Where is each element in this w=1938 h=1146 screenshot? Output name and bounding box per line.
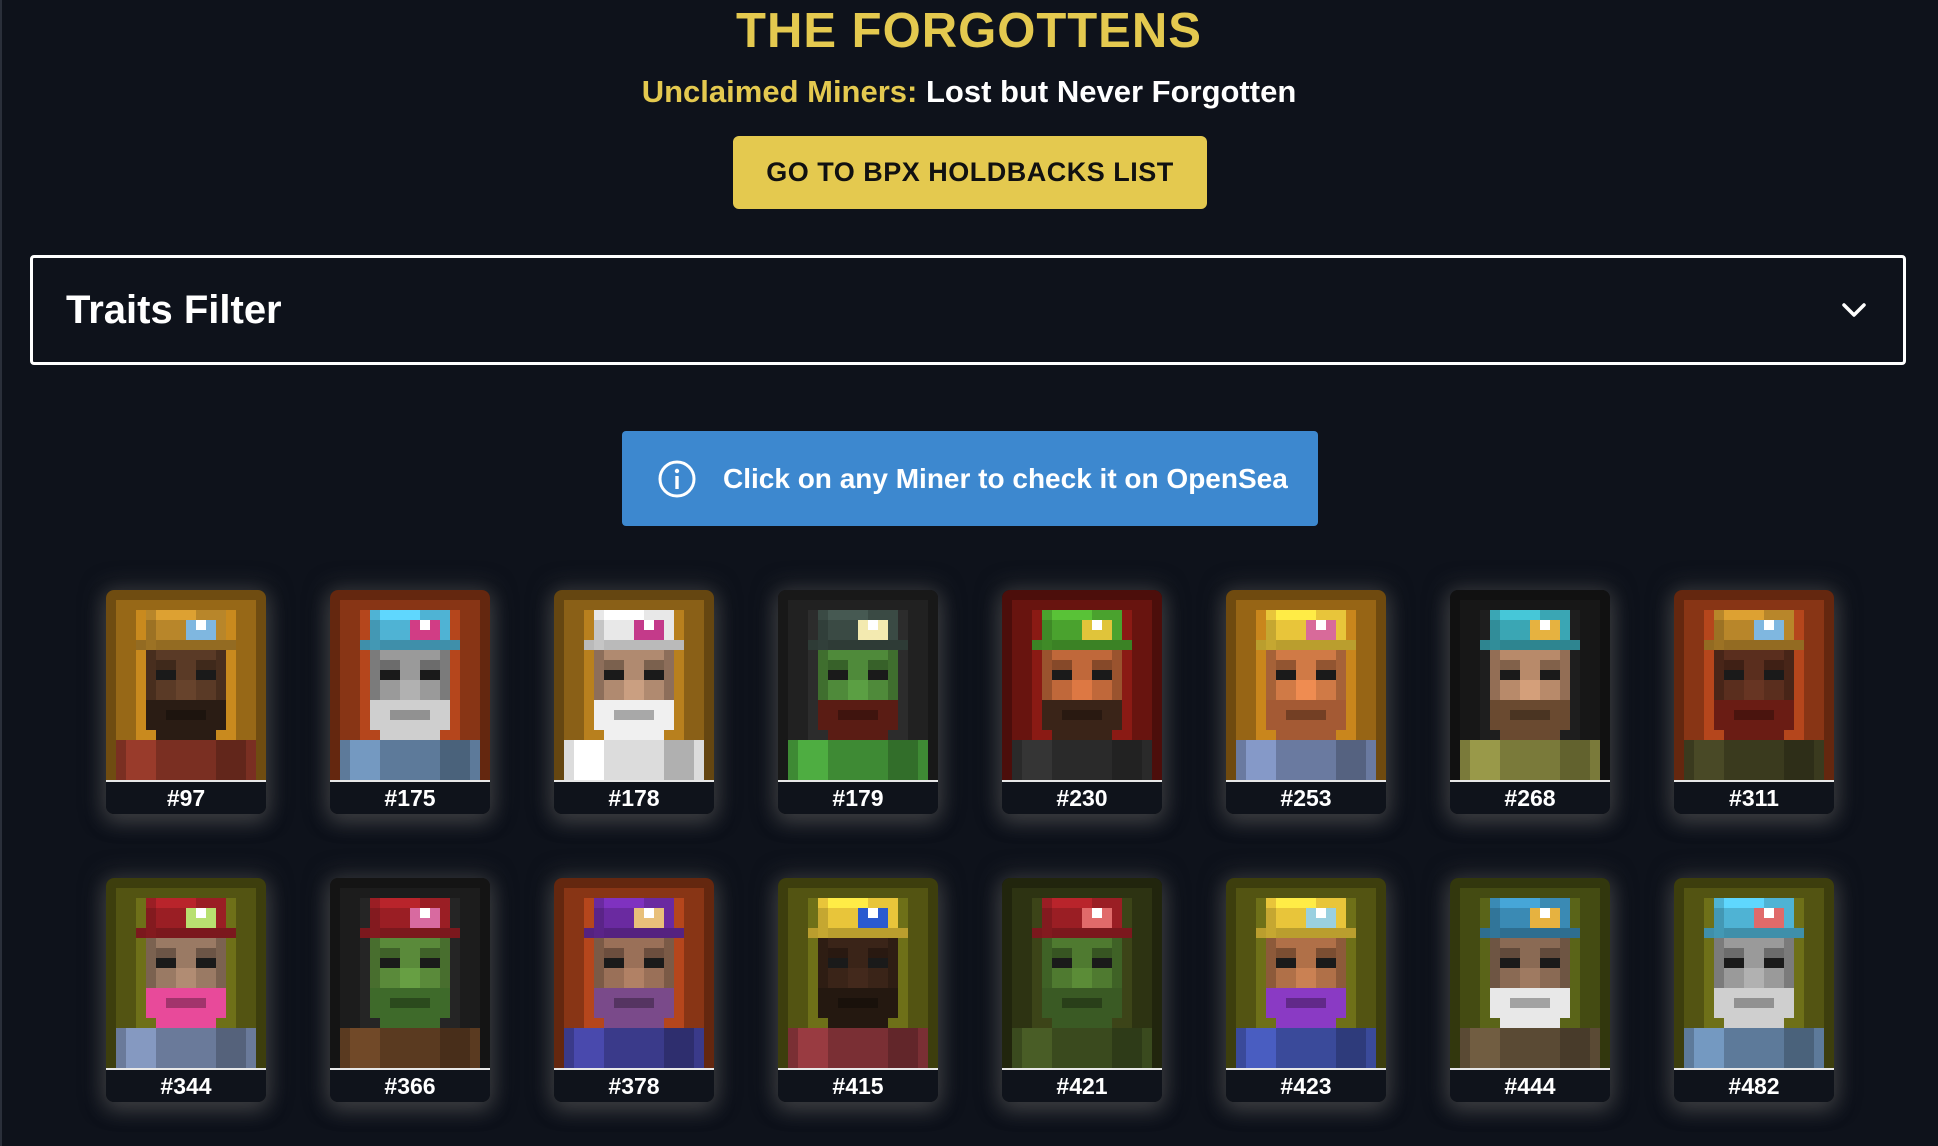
miner-id-label: #253	[1226, 780, 1386, 814]
miner-id-label: #230	[1002, 780, 1162, 814]
info-icon	[657, 459, 697, 499]
subtitle-rest: Lost but Never Forgotten	[925, 74, 1297, 109]
miner-portrait	[1002, 878, 1162, 1068]
window-edge	[0, 0, 2, 1146]
miner-id-label: #482	[1674, 1068, 1834, 1102]
miner-card[interactable]: #311	[1674, 590, 1834, 814]
miner-portrait	[554, 590, 714, 780]
miner-card[interactable]: #366	[330, 878, 490, 1102]
miner-card[interactable]: #344	[106, 878, 266, 1102]
miner-portrait	[1450, 878, 1610, 1068]
miner-portrait	[106, 590, 266, 780]
miner-id-label: #268	[1450, 780, 1610, 814]
miner-id-label: #423	[1226, 1068, 1386, 1102]
miner-portrait	[554, 878, 714, 1068]
info-text: Click on any Miner to check it on OpenSe…	[723, 462, 1288, 494]
miner-id-label: #421	[1002, 1068, 1162, 1102]
miner-card[interactable]: #421	[1002, 878, 1162, 1102]
miner-id-label: #178	[554, 780, 714, 814]
miner-id-label: #175	[330, 780, 490, 814]
miner-card[interactable]: #230	[1002, 590, 1162, 814]
miner-card[interactable]: #444	[1450, 878, 1610, 1102]
page-subtitle: Unclaimed Miners: Lost but Never Forgott…	[0, 72, 1938, 112]
miner-portrait	[330, 590, 490, 780]
miner-card[interactable]: #179	[778, 590, 938, 814]
miner-card[interactable]: #482	[1674, 878, 1834, 1102]
miner-card[interactable]: #253	[1226, 590, 1386, 814]
miner-card[interactable]: #268	[1450, 590, 1610, 814]
miner-id-label: #415	[778, 1068, 938, 1102]
miner-card[interactable]: #378	[554, 878, 714, 1102]
miner-id-label: #97	[106, 780, 266, 814]
miner-portrait	[1226, 878, 1386, 1068]
miner-card[interactable]: #178	[554, 590, 714, 814]
miner-id-label: #179	[778, 780, 938, 814]
miner-id-label: #444	[1450, 1068, 1610, 1102]
miner-id-label: #344	[106, 1068, 266, 1102]
holdbacks-list-button[interactable]: GO TO BPX HOLDBACKS LIST	[733, 136, 1207, 209]
info-banner: Click on any Miner to check it on OpenSe…	[622, 431, 1318, 526]
miner-card[interactable]: #175	[330, 590, 490, 814]
miner-portrait	[1002, 590, 1162, 780]
miner-portrait	[1674, 878, 1834, 1068]
miner-id-label: #378	[554, 1068, 714, 1102]
miner-portrait	[106, 878, 266, 1068]
miner-portrait	[778, 590, 938, 780]
miner-portrait	[330, 878, 490, 1068]
miner-card[interactable]: #415	[778, 878, 938, 1102]
miner-card[interactable]: #423	[1226, 878, 1386, 1102]
chevron-down-icon[interactable]	[1839, 295, 1869, 325]
subtitle-accent: Unclaimed Miners:	[641, 74, 918, 109]
traits-filter-label: Traits Filter	[66, 287, 282, 332]
miner-portrait	[1450, 590, 1610, 780]
miner-id-label: #366	[330, 1068, 490, 1102]
miner-id-label: #311	[1674, 780, 1834, 814]
traits-filter-accordion[interactable]: Traits Filter	[30, 255, 1906, 365]
miner-portrait	[1674, 590, 1834, 780]
miner-card[interactable]: #97	[106, 590, 266, 814]
page-title: THE FORGOTTENS	[736, 4, 1202, 58]
miner-portrait	[778, 878, 938, 1068]
miner-portrait	[1226, 590, 1386, 780]
